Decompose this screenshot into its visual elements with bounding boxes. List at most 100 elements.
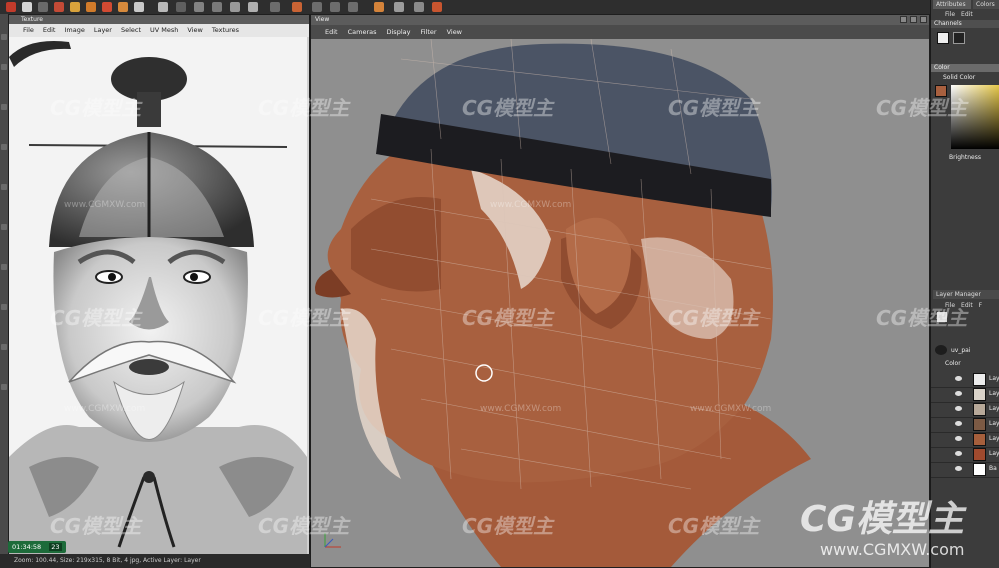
text-tool-icon[interactable] — [1, 344, 7, 350]
layer-manager-tab[interactable]: Layer Manager — [933, 290, 999, 299]
layer-row[interactable]: Ba — [931, 462, 999, 478]
y-axis-icon[interactable] — [134, 2, 144, 12]
layer-name: Lay — [989, 405, 999, 412]
paint-brush-icon[interactable] — [158, 2, 168, 12]
scale-icon[interactable] — [86, 2, 96, 12]
polygons-mode-icon[interactable] — [348, 2, 358, 12]
texture-canvas[interactable] — [9, 37, 307, 555]
layer-row[interactable]: Lay — [931, 387, 999, 403]
cube-icon[interactable] — [176, 2, 186, 12]
layer-thumbnail — [973, 463, 986, 476]
deformer-icon[interactable] — [230, 2, 240, 12]
texture-menu-layer[interactable]: Layer — [94, 24, 112, 37]
material-ball-icon[interactable] — [935, 345, 947, 355]
layer-name: Lay — [989, 450, 999, 457]
uv-label: uv_pai — [951, 347, 971, 354]
selection-tool-icon[interactable] — [1, 224, 7, 230]
layer-visibility-eye-icon[interactable] — [955, 376, 962, 381]
layer-visibility-eye-icon[interactable] — [955, 451, 962, 456]
viewport-canvas[interactable] — [311, 39, 929, 567]
layer-name: Lay — [989, 420, 999, 427]
background-swatch[interactable] — [953, 32, 965, 44]
nurbs-icon[interactable] — [194, 2, 204, 12]
texture-menu-view[interactable]: View — [187, 24, 202, 37]
timer-value: 01:34:58 — [12, 543, 42, 551]
move-icon[interactable] — [54, 2, 64, 12]
layer-name: Lay — [989, 375, 999, 382]
current-color-swatch[interactable] — [935, 85, 947, 97]
texture-menu-edit[interactable]: Edit — [43, 24, 56, 37]
layer-row[interactable]: Lay — [931, 447, 999, 463]
colors-tab[interactable]: Colors — [973, 0, 999, 9]
warrior-concept-sketch — [9, 37, 307, 555]
eraser-tool-icon[interactable] — [1, 64, 7, 70]
viewport-menu-display[interactable]: Display — [387, 25, 411, 39]
x-axis-icon[interactable] — [118, 2, 128, 12]
select-icon[interactable] — [38, 2, 48, 12]
fill-tool-icon[interactable] — [1, 104, 7, 110]
viewport-menu-view[interactable]: View — [447, 25, 462, 39]
layer-visibility-eye-icon[interactable] — [955, 436, 962, 441]
texture-thumb-icon[interactable] — [937, 312, 947, 322]
uv-polygons-icon[interactable] — [394, 2, 404, 12]
layer-menu-f[interactable]: F — [979, 301, 982, 310]
redo-icon[interactable] — [22, 2, 32, 12]
viewport-window: View Edit Cameras Display Filter View — [310, 14, 930, 568]
layer-row[interactable]: Lay — [931, 372, 999, 388]
texture-menu-image[interactable]: Image — [64, 24, 84, 37]
layer-visibility-eye-icon[interactable] — [955, 466, 962, 471]
layer-list: Lay Lay Lay Lay Lay Lay Ba — [931, 372, 999, 482]
edges-mode-icon[interactable] — [330, 2, 340, 12]
attributes-menu-file[interactable]: File — [945, 10, 955, 19]
viewport-maximize-icon[interactable] — [900, 16, 907, 23]
layer-row[interactable]: Lay — [931, 417, 999, 433]
render-icon[interactable] — [432, 2, 442, 12]
rotate-icon[interactable] — [102, 2, 112, 12]
gradient-tool-icon[interactable] — [1, 384, 7, 390]
layer-visibility-eye-icon[interactable] — [955, 421, 962, 426]
channels-label: Channels — [934, 20, 962, 27]
status-bar: Zoom: 100.44, Size: 219x315, 8 Bit, 4 jp… — [0, 554, 310, 568]
live-select-icon[interactable] — [70, 2, 80, 12]
watermark-url: www.CGMXW.com — [690, 404, 772, 414]
camera-icon[interactable] — [270, 2, 280, 12]
texture-menu-select[interactable]: Select — [121, 24, 141, 37]
layer-menu-edit[interactable]: Edit — [961, 301, 973, 310]
magic-wand-icon[interactable] — [1, 264, 7, 270]
layer-menu-file[interactable]: File — [945, 301, 955, 310]
viewport-menu-edit[interactable]: Edit — [325, 25, 338, 39]
clone-tool-icon[interactable] — [1, 144, 7, 150]
color-picker-field[interactable] — [951, 85, 999, 149]
paint-mode-icon[interactable] — [292, 2, 302, 12]
color-header: Color — [931, 64, 999, 72]
viewport-close-icon[interactable] — [920, 16, 927, 23]
lasso-tool-icon[interactable] — [1, 304, 7, 310]
undo-icon[interactable] — [6, 2, 16, 12]
texture-window-title: Texture — [9, 15, 309, 24]
foreground-swatch[interactable] — [937, 32, 949, 44]
viewport-menu-filter[interactable]: Filter — [420, 25, 436, 39]
texture-menu-file[interactable]: File — [23, 24, 34, 37]
layer-visibility-eye-icon[interactable] — [955, 406, 962, 411]
layer-visibility-eye-icon[interactable] — [955, 391, 962, 396]
scene-icon[interactable] — [248, 2, 258, 12]
viewport-menu-cameras[interactable]: Cameras — [348, 25, 377, 39]
layer-row[interactable]: Lay — [931, 432, 999, 448]
uv-points-icon[interactable] — [374, 2, 384, 12]
texture-mode-icon[interactable] — [414, 2, 424, 12]
array-icon[interactable] — [212, 2, 222, 12]
layer-row[interactable]: Lay — [931, 402, 999, 418]
viewport-restore-icon[interactable] — [910, 16, 917, 23]
attributes-tab[interactable]: Attributes — [933, 0, 971, 9]
points-mode-icon[interactable] — [312, 2, 322, 12]
texture-menu-textures[interactable]: Textures — [212, 24, 239, 37]
brush-tool-icon[interactable] — [1, 34, 7, 40]
smudge-tool-icon[interactable] — [1, 184, 7, 190]
layer-thumbnail — [973, 433, 986, 446]
texture-menu-uv-mesh[interactable]: UV Mesh — [150, 24, 178, 37]
layer-menu: File Edit F — [931, 301, 999, 310]
viewport-menu-bar: Edit Cameras Display Filter View — [311, 25, 929, 39]
head-model-render — [311, 39, 929, 567]
layer-thumbnail — [973, 403, 986, 416]
attributes-menu-edit[interactable]: Edit — [961, 10, 973, 19]
